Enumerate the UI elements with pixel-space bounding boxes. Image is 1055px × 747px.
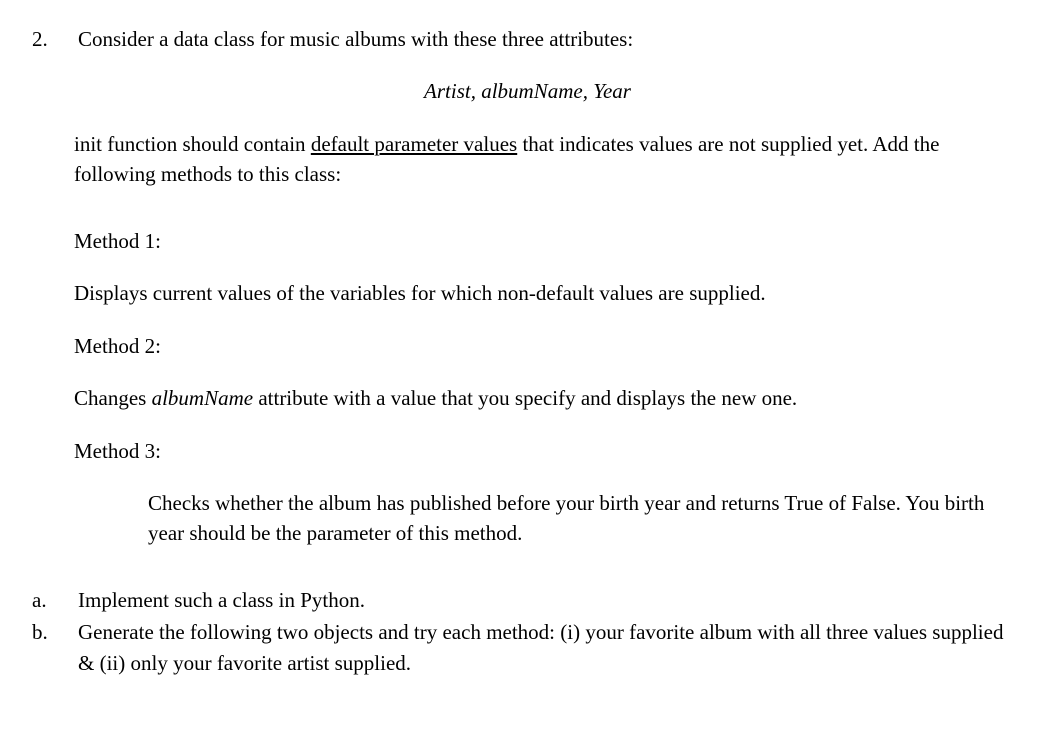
- subpart-a-text: Implement such a class in Python.: [78, 585, 1027, 615]
- init-text-underlined: default parameter values: [311, 132, 517, 156]
- subpart-b: b. Generate the following two objects an…: [28, 617, 1027, 678]
- method-2-text-pre: Changes: [74, 386, 152, 410]
- attributes-line: Artist, albumName, Year: [28, 76, 1027, 106]
- method-2-label: Method 2:: [74, 331, 1027, 361]
- document-page: 2. Consider a data class for music album…: [0, 0, 1055, 702]
- method-3-body: Checks whether the album has published b…: [148, 488, 1027, 549]
- subparts: a. Implement such a class in Python. b. …: [28, 585, 1027, 678]
- method-1-text: Displays current values of the variables…: [74, 281, 766, 305]
- question-number: 2.: [28, 24, 78, 54]
- subpart-b-text: Generate the following two objects and t…: [78, 617, 1027, 678]
- init-text-pre: init function should contain: [74, 132, 311, 156]
- init-description: init function should contain default par…: [74, 129, 1027, 190]
- method-3-text: Checks whether the album has published b…: [148, 491, 984, 545]
- subpart-a: a. Implement such a class in Python.: [28, 585, 1027, 615]
- subpart-b-marker: b.: [28, 617, 78, 647]
- question-prompt: Consider a data class for music albums w…: [78, 24, 1027, 54]
- question-row: 2. Consider a data class for music album…: [28, 24, 1027, 54]
- method-3-label: Method 3:: [74, 436, 1027, 466]
- method-1-label: Method 1:: [74, 226, 1027, 256]
- subpart-a-marker: a.: [28, 585, 78, 615]
- method-2-body: Changes albumName attribute with a value…: [74, 383, 1027, 413]
- method-2-text-italic: albumName: [152, 386, 254, 410]
- method-2-text-post: attribute with a value that you specify …: [253, 386, 797, 410]
- method-1-body: Displays current values of the variables…: [74, 278, 1027, 308]
